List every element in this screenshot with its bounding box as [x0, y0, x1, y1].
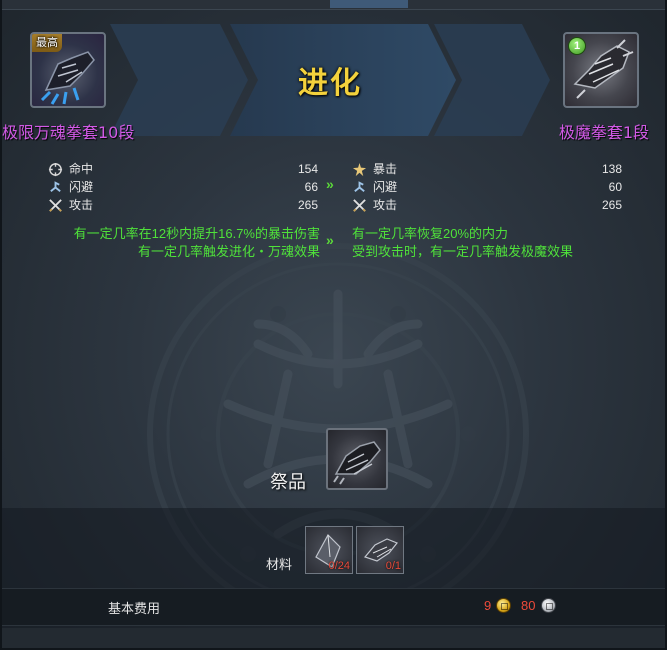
- stat-row-attack: 攻击 265: [352, 196, 624, 214]
- crosshair-icon: [48, 162, 63, 177]
- stat-row-dodge: 闪避 60: [352, 178, 624, 196]
- base-cost-label: 基本费用: [108, 601, 161, 616]
- arrow-right-icon: »: [326, 232, 334, 248]
- stat-label: 闪避: [373, 180, 398, 194]
- materials-label: 材料: [266, 557, 293, 572]
- offering-slot[interactable]: [326, 428, 388, 490]
- dodge-icon: [50, 181, 61, 192]
- source-item-slot[interactable]: 最高: [30, 32, 106, 108]
- max-level-badge: 最高: [32, 34, 62, 52]
- stat-value: 60: [608, 180, 622, 194]
- effect-line: 有一定几率恢复20%的内力: [352, 226, 509, 241]
- effect-line: 有一定几率触发进化・万魂效果: [137, 244, 320, 259]
- stat-label: 攻击: [373, 198, 398, 212]
- gauntlet-offering-icon: [333, 441, 381, 485]
- source-stats: 命中 154 闪避 66 攻击 265: [48, 160, 320, 214]
- dodge-icon: [354, 181, 365, 192]
- silver-amount: 80: [521, 598, 536, 613]
- silver-coin-icon: [541, 598, 556, 613]
- target-stats: 暴击 138 闪避 60 攻击 265: [352, 160, 624, 214]
- material-slot[interactable]: 0/24: [305, 526, 353, 574]
- stat-row-critical: 暴击 138: [352, 160, 624, 178]
- stat-value: 66: [304, 180, 318, 194]
- effect-line: 有一定几率在12秒内提升16.7%的暴击伤害: [73, 226, 320, 241]
- stat-row-accuracy: 命中 154: [48, 160, 320, 178]
- stat-value: 265: [297, 198, 318, 212]
- page-title: 进化: [298, 66, 362, 101]
- crossed-swords-icon: [49, 199, 62, 212]
- material-count: 0/24: [328, 560, 350, 572]
- stat-label: 闪避: [69, 180, 94, 194]
- stat-label: 攻击: [69, 198, 94, 212]
- gold-amount: 9: [484, 598, 492, 613]
- cost-bar: [2, 588, 665, 626]
- stat-row-attack: 攻击 265: [48, 196, 320, 214]
- stat-value: 265: [601, 198, 622, 212]
- source-effects: 有一定几率在12秒内提升16.7%的暴击伤害 有一定几率触发进化・万魂效果: [2, 225, 320, 261]
- window-bottom-strip: [2, 628, 665, 648]
- target-item-name: 极魔拳套1段: [558, 123, 649, 142]
- effect-line: 受到攻击时，有一定几率触发极魔效果: [352, 244, 574, 259]
- material-count: 0/1: [385, 560, 401, 572]
- stat-label: 命中: [69, 162, 94, 176]
- crossed-swords-icon: [353, 199, 366, 212]
- evolution-level-badge: 1: [568, 37, 586, 55]
- stat-row-dodge: 闪避 66: [48, 178, 320, 196]
- stat-value: 138: [601, 162, 622, 176]
- gold-coin-icon: [496, 598, 511, 613]
- stat-label: 暴击: [373, 162, 398, 176]
- arrow-right-icon: »: [326, 176, 334, 192]
- offering-label: 祭品: [270, 472, 306, 492]
- stat-value: 154: [297, 162, 318, 176]
- burst-icon: [352, 162, 367, 177]
- top-tab-highlight[interactable]: [330, 0, 408, 8]
- target-item-slot[interactable]: 1: [563, 32, 639, 108]
- target-effects: 有一定几率恢复20%的内力 受到攻击时，有一定几率触发极魔效果: [352, 225, 652, 261]
- material-slot[interactable]: 0/1: [356, 526, 404, 574]
- source-item-name: 极限万魂拳套10段: [2, 123, 135, 142]
